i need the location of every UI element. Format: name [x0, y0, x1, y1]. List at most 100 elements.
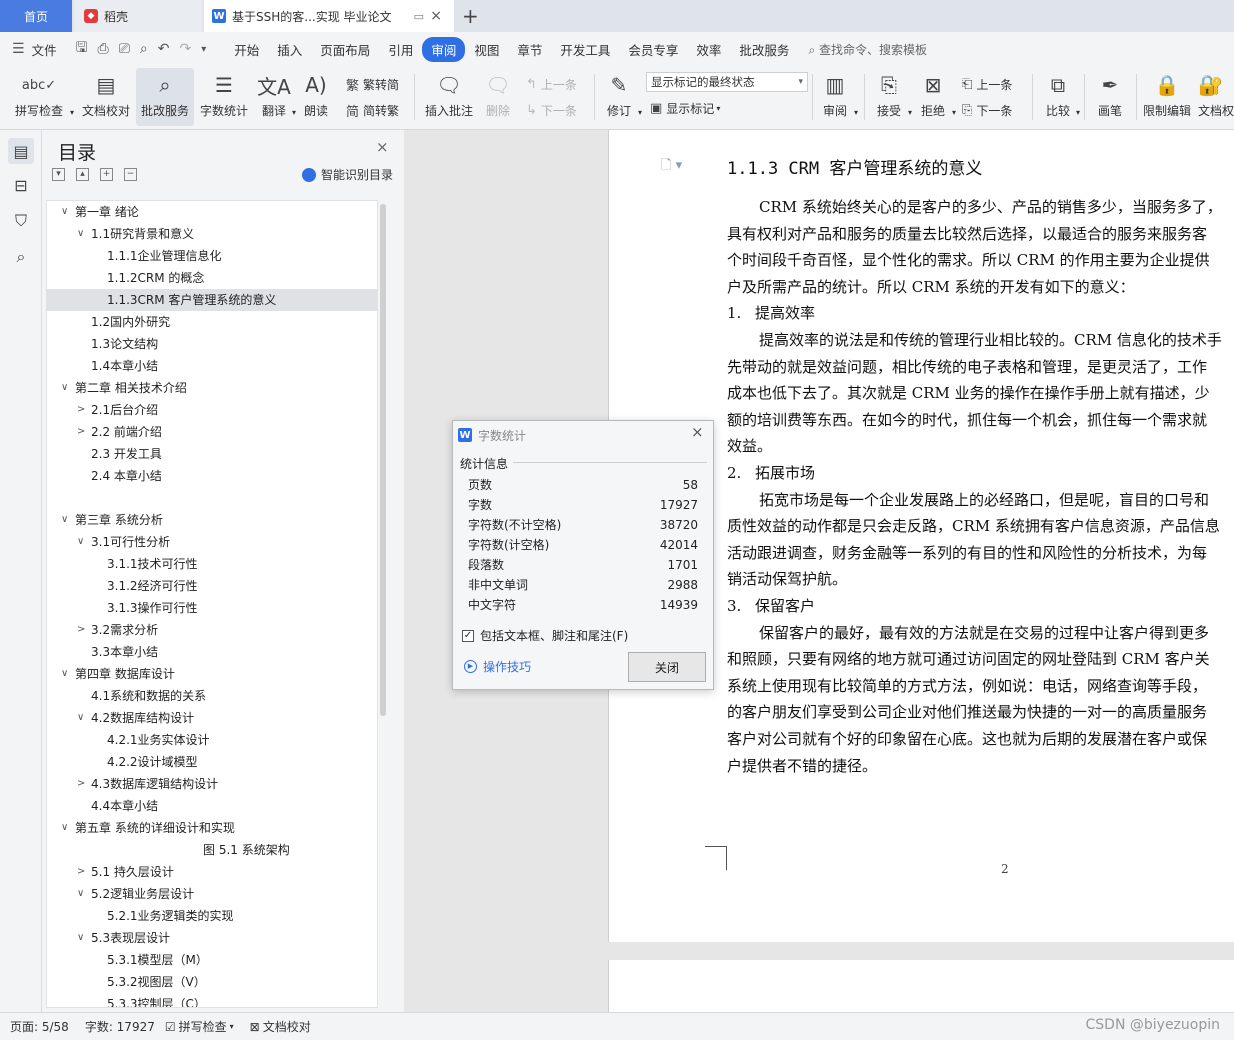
toc-item[interactable]: ∨ 第一章 绪论 [47, 201, 377, 223]
toc-item[interactable]: 1.2国内外研究 [47, 311, 377, 333]
toc-item[interactable]: ∨ 第三章 系统分析 [47, 509, 377, 531]
toc-item[interactable]: 1.4本章小结 [47, 355, 377, 377]
toc-item[interactable]: ∨ 5.2逻辑业务层设计 [47, 883, 377, 905]
remove-heading-icon[interactable]: − [124, 168, 137, 181]
restrict-edit-button[interactable]: 🔒 限制编辑 [1142, 68, 1192, 126]
status-spell-check[interactable]: ☑ 拼写检查 ▾ [165, 1018, 234, 1035]
monitor-icon[interactable]: ▭ [414, 10, 424, 23]
include-footnotes-checkbox[interactable]: ✓ 包括文本框、脚注和尾注(F) [462, 627, 628, 644]
compare-button[interactable]: ⧉ 比较 ▾ [1040, 68, 1080, 126]
bookmark-icon[interactable]: ⛉ [8, 208, 34, 234]
command-search[interactable]: ⌕ 查找命令、搜索模板 [808, 41, 927, 58]
smart-toc-button[interactable]: 智能识别目录 [302, 166, 393, 183]
menu-member[interactable]: 会员专享 [619, 37, 687, 62]
toc-item[interactable]: ∨ 3.1可行性分析 [47, 531, 377, 553]
toc-item[interactable]: ∨ 第五章 系统的详细设计和实现 [47, 817, 377, 839]
close-icon[interactable]: × [376, 138, 389, 156]
read-aloud-button[interactable]: A) 朗读 [298, 68, 334, 126]
hamburger-icon[interactable]: ☰ [12, 41, 25, 57]
menu-start[interactable]: 开始 [225, 37, 268, 62]
toc-item[interactable]: 1.3论文结构 [47, 333, 377, 355]
status-proofread[interactable]: ⊠ 文档校对 [250, 1018, 311, 1035]
correction-service-button[interactable]: ⌕ 批改服务 [136, 68, 194, 126]
reject-button[interactable]: ⊠ 拒绝 ▾ [914, 68, 956, 126]
toc-item[interactable]: ∨ 1.1研究背景和意义 [47, 223, 377, 245]
toc-item[interactable]: 1.1.1企业管理信息化 [47, 245, 377, 267]
simp-to-trad-button[interactable]: 简简转繁 [346, 100, 399, 120]
toc-item[interactable]: >3.2需求分析 [47, 619, 377, 641]
toc-item[interactable]: 5.3.3控制层（C） [47, 993, 377, 1007]
toc-item[interactable]: >2.2 前端介绍 [47, 421, 377, 443]
chevron-right-icon[interactable]: > [77, 773, 85, 795]
undo-icon[interactable]: ↶ [158, 41, 170, 57]
toc-item[interactable]: ∨ 第二章 相关技术介绍 [47, 377, 377, 399]
close-icon[interactable]: × [691, 423, 704, 441]
toc-pane-icon[interactable]: ▤ [8, 138, 34, 164]
collapse-all-icon[interactable]: ▾ [52, 168, 65, 181]
toc-item[interactable]: 5.3.1模型层（M） [47, 949, 377, 971]
toc-item[interactable]: >5.1 持久层设计 [47, 861, 377, 883]
menu-efficiency[interactable]: 效率 [687, 37, 730, 62]
add-heading-icon[interactable]: + [100, 168, 113, 181]
toc-item[interactable]: 1.1.3CRM 客户管理系统的意义 [47, 289, 377, 311]
word-count-indicator[interactable]: 字数: 17927 [85, 1018, 155, 1035]
word-count-button[interactable]: ☰ 字数统计 [198, 68, 250, 126]
menu-correction[interactable]: 批改服务 [730, 37, 798, 62]
review-pane-button[interactable]: ▥ 审阅 ▾ [816, 68, 858, 126]
doc-permission-button[interactable]: 🔐 文档权 [1198, 68, 1234, 126]
page-indicator[interactable]: 页面: 5/58 [10, 1018, 69, 1035]
toc-item[interactable]: 3.1.1技术可行性 [47, 553, 377, 575]
redo-icon[interactable]: ↷ [180, 41, 192, 57]
chevron-right-icon[interactable]: > [77, 619, 85, 641]
checkbox-icon[interactable]: ✓ [462, 629, 474, 642]
toc-item[interactable]: ∨ 第四章 数据库设计 [47, 663, 377, 685]
chevron-down-icon[interactable]: ∨ [61, 663, 68, 685]
chevron-down-icon[interactable]: ∨ [77, 927, 84, 949]
translate-button[interactable]: 文A 翻译 ▾ [256, 68, 296, 126]
chevron-down-icon[interactable]: ∨ [77, 223, 84, 245]
menu-review[interactable]: 审阅 [422, 36, 466, 62]
toc-item[interactable]: >4.3数据库逻辑结构设计 [47, 773, 377, 795]
next-change-button[interactable]: ⎘ 下一条 [962, 100, 1012, 120]
toc-item[interactable]: >2.1后台介绍 [47, 399, 377, 421]
export-icon[interactable]: ⎙ [98, 41, 109, 57]
save-icon[interactable]: 🖫 [76, 37, 88, 61]
chevron-down-icon[interactable]: ∨ [77, 707, 84, 729]
prev-change-button[interactable]: ⎗ 上一条 [962, 74, 1012, 94]
chevron-down-icon[interactable]: ∨ [61, 817, 68, 839]
toc-item[interactable]: 4.1系统和数据的关系 [47, 685, 377, 707]
new-tab-button[interactable]: + [462, 4, 479, 28]
trad-to-simp-button[interactable]: 繁繁转简 [346, 74, 399, 94]
toc-item[interactable]: 4.4本章小结 [47, 795, 377, 817]
chevron-down-icon[interactable]: ∨ [61, 377, 68, 399]
proofread-button[interactable]: ▤ 文档校对 [78, 68, 134, 126]
track-changes-button[interactable]: ✎ 修订 ▾ [600, 68, 642, 126]
toc-scrollbar[interactable] [380, 204, 386, 716]
menu-file[interactable]: 文件 [30, 37, 66, 62]
toc-item[interactable]: 2.3 开发工具 [47, 443, 377, 465]
search-icon[interactable]: ⌕ [8, 244, 34, 270]
print-preview-icon[interactable]: ⌕ [140, 41, 148, 57]
print-icon[interactable]: ⎚ [119, 41, 130, 57]
close-button[interactable]: 关闭 [628, 652, 706, 682]
menu-view[interactable]: 视图 [465, 37, 508, 62]
chevron-right-icon[interactable]: > [77, 399, 85, 421]
delete-comment-button[interactable]: 🗨 删除 [480, 68, 516, 126]
menu-developer[interactable]: 开发工具 [551, 37, 619, 62]
show-markup-button[interactable]: ▣ 显示标记 ▾ [650, 98, 720, 118]
accept-button[interactable]: ⎘ 接受 ▾ [870, 68, 912, 126]
toc-item[interactable]: 4.2.2设计域模型 [47, 751, 377, 773]
toc-item[interactable]: 5.3.2视图层（V） [47, 971, 377, 993]
chevron-down-icon[interactable]: ∨ [77, 883, 84, 905]
toc-item[interactable]: 1.1.2CRM 的概念 [47, 267, 377, 289]
prev-comment-button[interactable]: ↰ 上一条 [526, 74, 577, 94]
chevron-down-icon[interactable]: ∨ [61, 509, 68, 531]
toc-item[interactable]: 4.2.1业务实体设计 [47, 729, 377, 751]
next-comment-button[interactable]: ↳ 下一条 [526, 100, 577, 120]
toc-item[interactable]: 图 5.1 系统架构 [47, 839, 377, 861]
tips-link[interactable]: ▶ 操作技巧 [464, 658, 531, 675]
markup-state-select[interactable]: 显示标记的最终状态 ▾ [646, 72, 808, 92]
chevron-right-icon[interactable]: > [77, 421, 85, 443]
chevron-down-icon[interactable]: ∨ [61, 201, 68, 223]
toc-item[interactable]: 5.2.1业务逻辑类的实现 [47, 905, 377, 927]
